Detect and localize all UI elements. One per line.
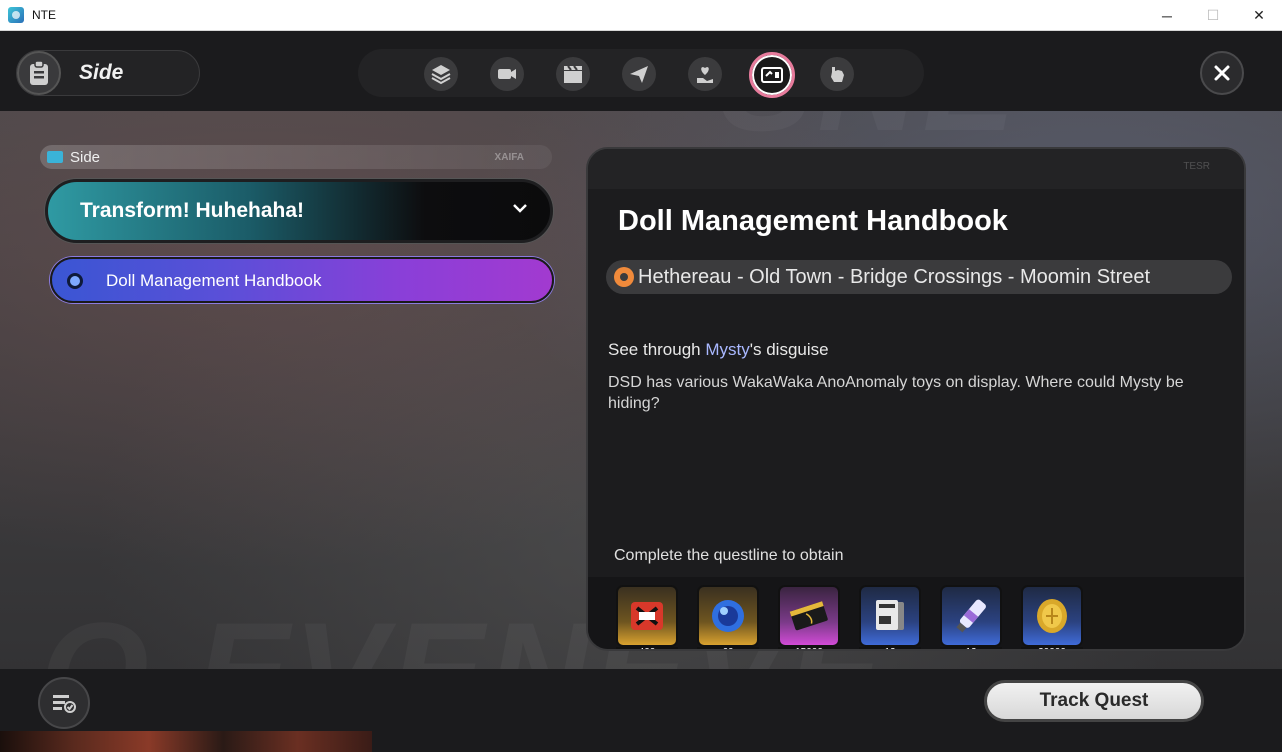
hand-icon (831, 67, 844, 82)
window-controls: ─ ☐ ✕ (1144, 0, 1282, 31)
cards-icon (859, 585, 921, 647)
quest-log-button[interactable] (38, 677, 90, 729)
selected-indicator (67, 273, 83, 289)
track-quest-button[interactable]: Track Quest (984, 680, 1204, 722)
tab-heart[interactable] (688, 57, 722, 91)
category-label: Side (70, 148, 101, 166)
reward-qty: 30000 (1021, 647, 1083, 649)
quest-group-label: Transform! Huhehaha! (80, 199, 305, 222)
camera-icon (498, 69, 516, 79)
location-pin-icon (614, 267, 634, 287)
category-tag: XAIFA (494, 151, 524, 163)
reward-item[interactable]: 30000 (1021, 585, 1083, 649)
clapper-icon (564, 65, 582, 83)
section-title: Side (79, 61, 124, 84)
reward-item[interactable]: 60 (697, 585, 759, 649)
objective-suffix: 's disguise (749, 340, 829, 359)
quest-description: DSD has various WakaWaka AnoAnomaly toys… (608, 374, 1184, 412)
window-titlebar: NTE ─ ☐ ✕ (0, 0, 1282, 31)
quest-detail-panel: TESR Doll Management Handbook Hethereau … (586, 147, 1246, 651)
quest-group-transform[interactable]: Transform! Huhehaha! (45, 179, 553, 243)
reward-item[interactable]: 400 (616, 585, 678, 649)
maximize-button[interactable]: ☐ (1190, 0, 1236, 31)
reward-qty: 60 (697, 647, 759, 649)
reward-qty: 12 (859, 647, 921, 649)
location-text: Hethereau - Old Town - Bridge Crossings … (638, 265, 1151, 288)
app-icon (8, 7, 24, 23)
window-title: NTE (32, 8, 56, 22)
reward-item[interactable]: 12 (859, 585, 921, 649)
reward-item[interactable]: 12 (940, 585, 1002, 649)
objective-prefix: See through (608, 340, 706, 359)
game-viewport: SNE O EVENEVE Side (0, 31, 1282, 752)
top-bar: Side (0, 31, 1282, 111)
panel-tag: TESR (1183, 161, 1210, 172)
paper-plane-icon (630, 66, 648, 83)
tab-clapper[interactable] (556, 57, 590, 91)
objective-highlight: Mysty (705, 340, 750, 359)
quest-category-header: Side XAIFA (40, 145, 552, 169)
rewards-row: 400 60 15000 12 (588, 577, 1244, 649)
quest-item-label: Doll Management Handbook (106, 271, 322, 290)
reward-qty: 15000 (778, 647, 840, 649)
webcam-overlay (0, 731, 372, 752)
quest-location[interactable]: Hethereau - Old Town - Bridge Crossings … (606, 260, 1232, 294)
chevron-down-icon (513, 204, 527, 213)
heart-hand-icon (697, 67, 713, 83)
clipboard-icon (17, 51, 61, 95)
tab-film[interactable] (490, 57, 524, 91)
quest-title: Doll Management Handbook (618, 205, 1008, 237)
tab-side[interactable] (749, 52, 795, 98)
quest-objective: See through Mysty's disguise (608, 340, 829, 360)
reward-qty: 12 (940, 647, 1002, 649)
tab-layers[interactable] (424, 57, 458, 91)
panel-header (588, 149, 1244, 189)
reward-item[interactable]: 15000 (778, 585, 840, 649)
category-tabs (358, 49, 924, 98)
checklist-icon (53, 695, 76, 713)
layers-icon (431, 65, 451, 85)
ticket-icon (47, 151, 63, 163)
minimize-button[interactable]: ─ (1144, 0, 1190, 31)
tab-hand[interactable] (820, 57, 854, 91)
blue-orb-icon (697, 585, 759, 647)
hunter-badge-icon (616, 585, 678, 647)
section-header: Side (16, 50, 200, 96)
close-icon (1214, 65, 1230, 81)
reward-qty: 400 (616, 647, 678, 649)
gold-coin-icon (1021, 585, 1083, 647)
ticket-icon (761, 67, 783, 83)
tube-icon (940, 585, 1002, 647)
close-button[interactable] (1200, 51, 1244, 95)
gold-card-icon (778, 585, 840, 647)
tab-send[interactable] (622, 57, 656, 91)
close-window-button[interactable]: ✕ (1236, 0, 1282, 31)
quest-item-doll-handbook[interactable]: Doll Management Handbook (50, 257, 554, 303)
rewards-label: Complete the questline to obtain (614, 547, 844, 564)
